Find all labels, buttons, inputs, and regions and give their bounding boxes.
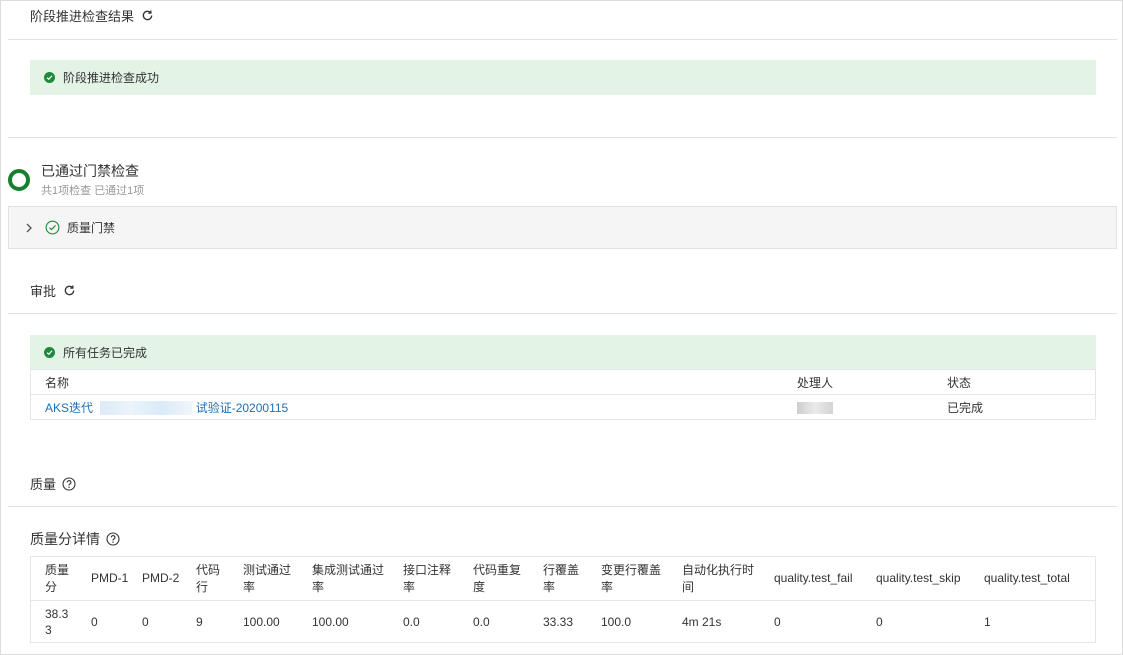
column-header-handler: 处理人 xyxy=(797,375,834,390)
quality-header: 质量 xyxy=(30,474,76,493)
help-icon[interactable] xyxy=(106,532,120,546)
cell-pmd2: 0 xyxy=(142,615,149,629)
column-header-status: 状态 xyxy=(947,375,972,390)
cell-test-pass-rate: 100.00 xyxy=(243,615,280,629)
approval-banner: 所有任务已完成 xyxy=(30,335,1096,370)
stage-check-header: 阶段推进检查结果 xyxy=(30,6,154,25)
gate-title: 已通过门禁检查 xyxy=(41,163,139,179)
redacted-avatar xyxy=(797,401,833,414)
chevron-right-icon[interactable] xyxy=(25,223,37,233)
column-header: 代码重复度 xyxy=(473,562,522,594)
gate-summary: 共1项检查 已通过1项 xyxy=(41,185,145,197)
gate-item-label: 质量门禁 xyxy=(67,221,116,235)
check-circle-icon xyxy=(44,347,55,358)
table-header-row: 名称 处理人 状态 xyxy=(31,369,1095,394)
column-header: 自动化执行时间 xyxy=(682,562,755,594)
column-header: PMD-2 xyxy=(142,571,180,585)
column-header: 集成测试通过率 xyxy=(312,562,385,594)
divider xyxy=(8,506,1117,507)
check-circle-icon xyxy=(45,220,60,235)
quality-detail-header: 质量分详情 xyxy=(30,529,120,549)
column-header: quality.test_skip xyxy=(876,571,961,585)
column-header: 行覆盖率 xyxy=(543,562,580,594)
cell-test-total: 1 xyxy=(984,615,991,629)
column-header: PMD-1 xyxy=(91,571,129,585)
cell-duplication: 0.0 xyxy=(473,615,490,629)
column-header: quality.test_fail xyxy=(774,571,853,585)
cell-diff-coverage: 100.0 xyxy=(601,615,632,629)
cell-line-coverage-link[interactable]: 33.33 xyxy=(543,601,573,643)
cell-automation-time: 4m 21s xyxy=(682,615,722,629)
divider xyxy=(8,313,1117,314)
gate-status-icon xyxy=(8,169,30,191)
check-circle-icon xyxy=(44,72,55,83)
cell-test-skip: 0 xyxy=(876,615,883,629)
column-header: 测试通过率 xyxy=(243,562,292,594)
column-header-name: 名称 xyxy=(45,375,70,390)
redacted-text xyxy=(100,401,193,416)
refresh-icon[interactable] xyxy=(140,9,154,23)
approval-banner-text: 所有任务已完成 xyxy=(63,346,148,360)
column-header: 接口注释率 xyxy=(403,562,452,594)
approval-header: 审批 xyxy=(30,281,76,300)
cell-pmd1: 0 xyxy=(91,615,98,629)
column-header: 质量分 xyxy=(45,562,70,594)
quality-title: 质量 xyxy=(30,477,57,492)
task-handler xyxy=(797,400,947,414)
approval-title: 审批 xyxy=(30,284,57,299)
cell-integration-pass-rate: 100.00 xyxy=(312,615,349,629)
table-row: AKS迭代 试验证-20200115 已完成 xyxy=(31,394,1095,419)
approval-table: 名称 处理人 状态 AKS迭代 试验证-20200115 已完成 xyxy=(30,369,1096,420)
stage-check-banner-text: 阶段推进检查成功 xyxy=(63,71,160,85)
task-status: 已完成 xyxy=(947,400,984,415)
cell-quality-score: 38.33 xyxy=(45,607,69,637)
column-header: quality.test_total xyxy=(984,571,1070,585)
stage-check-title: 阶段推进检查结果 xyxy=(30,9,135,24)
column-header: 变更行覆盖率 xyxy=(601,562,662,594)
divider xyxy=(8,137,1117,138)
refresh-icon[interactable] xyxy=(62,284,76,298)
column-header: 代码行 xyxy=(196,562,221,594)
help-icon[interactable] xyxy=(62,476,76,491)
task-name-link[interactable]: AKS迭代 试验证-20200115 xyxy=(31,399,797,416)
quality-table: 质量分 PMD-1 PMD-2 代码行 测试通过率 集成测试通过率 接口注释率 … xyxy=(30,556,1096,643)
task-name-suffix[interactable]: 试验证-20200115 xyxy=(196,401,289,415)
cell-code-lines-link[interactable]: 9 xyxy=(196,601,203,643)
quality-detail-title: 质量分详情 xyxy=(30,531,100,547)
task-name-prefix[interactable]: AKS迭代 xyxy=(45,401,93,415)
gate-item-quality[interactable]: 质量门禁 xyxy=(8,206,1117,249)
divider xyxy=(8,39,1117,40)
stage-check-banner: 阶段推进检查成功 xyxy=(30,60,1096,95)
cell-api-comment-rate: 0.0 xyxy=(403,615,420,629)
cell-test-fail: 0 xyxy=(774,615,781,629)
